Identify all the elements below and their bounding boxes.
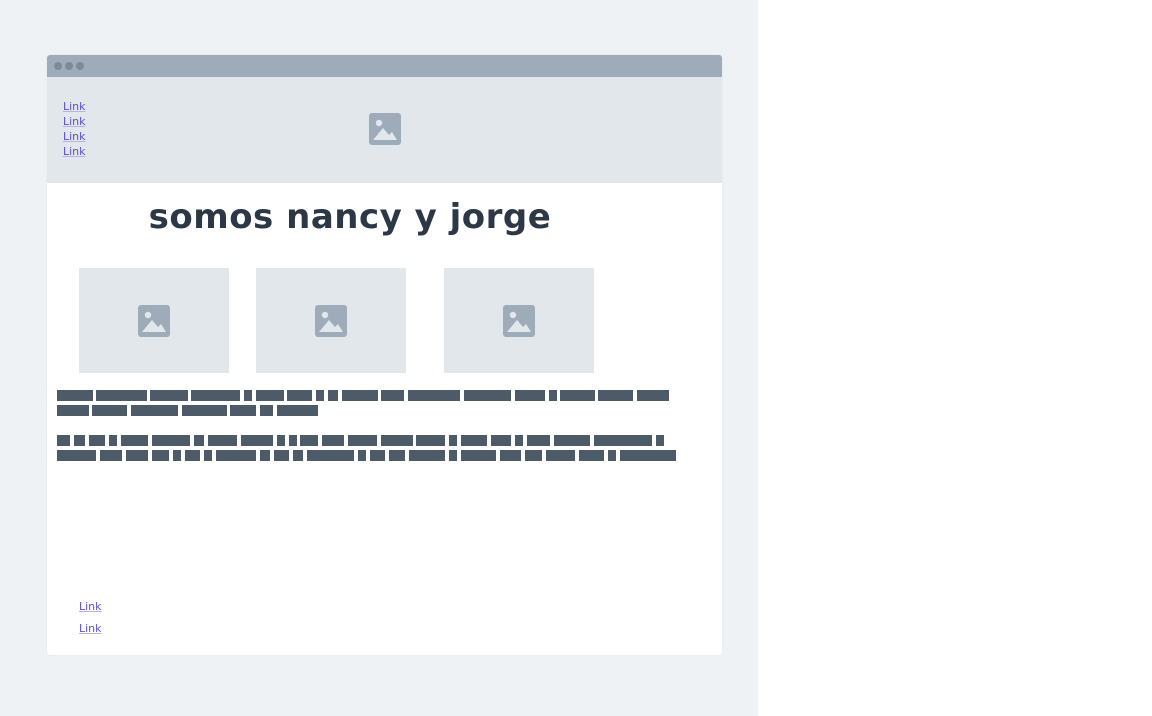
header-nav: Link Link Link Link — [63, 99, 86, 159]
window-dot-icon — [54, 62, 62, 70]
image-placeholder-icon — [138, 305, 170, 337]
nav-link[interactable]: Link — [63, 129, 86, 144]
nav-link[interactable]: Link — [63, 144, 86, 159]
browser-window: Link Link Link Link somos nancy y jorge — [47, 55, 722, 655]
footer-nav: Link Link — [79, 599, 102, 643]
text-line-placeholder — [57, 390, 677, 401]
image-placeholder-icon — [503, 305, 535, 337]
thumbnail-image — [256, 268, 406, 373]
image-placeholder-icon — [369, 113, 401, 145]
text-line-placeholder — [57, 435, 677, 446]
nav-link[interactable]: Link — [63, 99, 86, 114]
text-line-placeholder — [57, 450, 677, 461]
blank-panel — [758, 0, 1152, 716]
page-header: Link Link Link Link — [47, 77, 722, 183]
window-dot-icon — [65, 62, 73, 70]
thumbnail-image — [444, 268, 594, 373]
nav-link[interactable]: Link — [63, 114, 86, 129]
footer-link[interactable]: Link — [79, 599, 102, 614]
text-line-placeholder — [57, 405, 677, 416]
thumbnail-image — [79, 268, 229, 373]
page-title: somos nancy y jorge — [148, 197, 552, 237]
window-titlebar — [47, 55, 722, 77]
footer-link[interactable]: Link — [79, 621, 102, 636]
image-placeholder-icon — [315, 305, 347, 337]
window-dot-icon — [76, 62, 84, 70]
